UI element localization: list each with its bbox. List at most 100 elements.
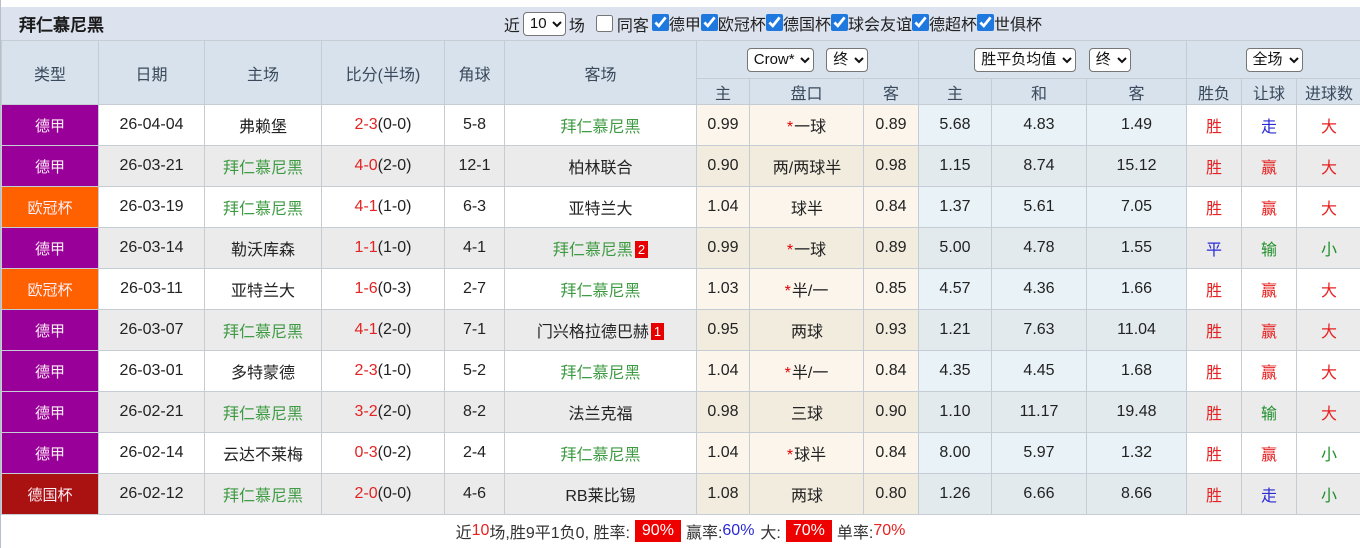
subheader-handicap-away: 客 xyxy=(863,78,919,105)
league-checkbox-label: 欧冠杯 xyxy=(717,16,766,34)
star-icon: * xyxy=(784,283,791,300)
handicap-home-odds: 0.90 xyxy=(696,145,750,187)
league-badge: 德甲 xyxy=(1,104,99,146)
handicap-away-odds: 0.98 xyxy=(863,145,919,187)
league-badge: 德甲 xyxy=(1,391,99,433)
handicap-line: 两球 xyxy=(749,473,864,515)
league-checkbox[interactable] xyxy=(976,14,994,32)
away-team: 拜仁慕尼黑 2 xyxy=(504,227,697,269)
home-team: 拜仁慕尼黑 xyxy=(204,473,322,515)
handicap-away-odds: 0.84 xyxy=(863,350,919,392)
odds-away: 1.68 xyxy=(1085,350,1188,392)
single-value: 70% xyxy=(873,521,906,539)
header-group-row: 类型 日期 主场 比分(半场) 角球 客场 Crow* 终 胜平负均值 终 全场 xyxy=(1,40,1360,105)
result-handicap: 走 xyxy=(1241,473,1298,515)
away-team: 柏林联合 xyxy=(504,145,697,187)
league-checkbox[interactable] xyxy=(700,14,718,32)
score-cell: 1-1(1-0) xyxy=(321,227,445,269)
odds-draw: 6.66 xyxy=(991,473,1087,515)
odds-home: 4.35 xyxy=(918,350,992,392)
odds-draw: 4.83 xyxy=(991,104,1087,146)
result-goals: 大 xyxy=(1296,186,1360,228)
result-goals: 大 xyxy=(1296,104,1360,146)
result-winlose: 胜 xyxy=(1186,268,1243,310)
odds-home: 5.00 xyxy=(918,227,992,269)
odds-away: 15.12 xyxy=(1085,145,1188,187)
star-icon: * xyxy=(786,119,794,136)
corners-cell: 8-2 xyxy=(444,391,505,433)
odds-average-select[interactable]: 胜平负均值 xyxy=(974,47,1077,72)
league-checkbox[interactable] xyxy=(830,14,848,32)
league-filters: 德甲 欧冠杯 德国杯 球会友谊 德超杯 世俱杯 xyxy=(651,11,1042,37)
same-venue-label: 同客 xyxy=(616,17,649,35)
bookmaker-time-select[interactable]: 终 xyxy=(826,47,869,72)
result-handicap: 走 xyxy=(1241,104,1298,146)
odds-draw: 8.74 xyxy=(991,145,1087,187)
home-team: 弗赖堡 xyxy=(204,104,322,146)
league-checkbox-label: 德超杯 xyxy=(928,16,977,34)
match-date: 26-03-21 xyxy=(98,145,205,187)
handicap-home-odds: 0.95 xyxy=(696,309,750,351)
league-checkbox[interactable] xyxy=(911,14,929,32)
league-checkbox[interactable] xyxy=(765,14,783,32)
footer-prefix: 近 xyxy=(455,524,472,542)
league-badge: 德国杯 xyxy=(1,473,99,515)
handicap-line: 两球 xyxy=(749,309,864,351)
odds-home: 1.15 xyxy=(918,145,992,187)
col-header-away: 客场 xyxy=(504,40,697,105)
league-checkbox[interactable] xyxy=(651,14,669,32)
odds-time-select[interactable]: 终 xyxy=(1088,47,1131,72)
star-icon: * xyxy=(786,447,794,464)
match-date: 26-04-04 xyxy=(98,104,205,146)
score-cell: 0-3(0-2) xyxy=(321,432,445,474)
scope-select[interactable]: 全场 xyxy=(1245,47,1303,72)
handicap-home-odds: 1.04 xyxy=(696,186,750,228)
result-goals: 大 xyxy=(1296,309,1360,351)
handicap-home-odds: 1.04 xyxy=(696,432,750,474)
away-team: 法兰克福 xyxy=(504,391,697,433)
home-team: 多特蒙德 xyxy=(204,350,322,392)
league-checkbox-label: 世俱杯 xyxy=(993,16,1042,34)
big-label: 大: xyxy=(760,524,781,542)
table-row: 欧冠杯 26-03-11 亚特兰大 1-6(0-3) 2-7 拜仁慕尼黑 1.0… xyxy=(1,268,1360,310)
away-team: 门兴格拉德巴赫 1 xyxy=(504,309,697,351)
handicap-away-odds: 0.85 xyxy=(863,268,919,310)
corners-cell: 7-1 xyxy=(444,309,505,351)
home-team: 拜仁慕尼黑 xyxy=(204,391,322,433)
odds-away: 7.05 xyxy=(1085,186,1188,228)
table-row: 德甲 26-03-21 拜仁慕尼黑 4-0(2-0) 12-1 柏林联合 0.9… xyxy=(1,145,1360,187)
odds-away: 1.55 xyxy=(1085,227,1188,269)
odds-home: 1.21 xyxy=(918,309,992,351)
result-handicap: 赢 xyxy=(1241,432,1298,474)
table-row: 德甲 26-03-07 拜仁慕尼黑 4-1(2-0) 7-1 门兴格拉德巴赫 1 … xyxy=(1,309,1360,351)
league-badge: 德甲 xyxy=(1,350,99,392)
same-venue-checkbox[interactable] xyxy=(595,15,613,32)
match-rows: 德甲 26-04-04 弗赖堡 2-3(0-0) 5-8 拜仁慕尼黑 0.99 … xyxy=(1,104,1360,515)
league-filter-item: 欧冠杯 xyxy=(700,11,766,35)
result-winlose: 胜 xyxy=(1186,186,1243,228)
result-goals: 大 xyxy=(1296,268,1360,310)
handicap-line: *一球 xyxy=(749,104,864,146)
match-table: 类型 日期 主场 比分(半场) 角球 客场 Crow* 终 胜平负均值 终 全场 xyxy=(1,40,1360,515)
card-badge: 2 xyxy=(634,241,649,258)
handicap-away-odds: 0.93 xyxy=(863,309,919,351)
odds-home: 5.68 xyxy=(918,104,992,146)
handicap-line: *球半 xyxy=(749,432,864,474)
result-handicap: 赢 xyxy=(1241,309,1298,351)
score-cell: 4-1(1-0) xyxy=(321,186,445,228)
handicap-away-odds: 0.84 xyxy=(863,432,919,474)
title-bar: 拜仁慕尼黑 近 10 场 同客 德甲 欧冠杯 德国杯 球会友谊 德超杯 世俱杯 xyxy=(1,7,1360,40)
odds-draw: 5.61 xyxy=(991,186,1087,228)
score-cell: 4-0(2-0) xyxy=(321,145,445,187)
home-team: 亚特兰大 xyxy=(204,268,322,310)
bookmaker-select[interactable]: Crow* xyxy=(746,47,814,72)
handicap-home-odds: 0.99 xyxy=(696,227,750,269)
score-cell: 4-1(2-0) xyxy=(321,309,445,351)
handicap-away-odds: 0.90 xyxy=(863,391,919,433)
matches-label: 场 xyxy=(568,17,585,35)
recent-count-select[interactable]: 10 xyxy=(522,11,566,36)
handicap-home-odds: 1.08 xyxy=(696,473,750,515)
summary-footer: 近 10 场,胜9平1负0, 胜率: 90% 赢率: 60% 大: 70% 单率: 70… xyxy=(1,515,1360,546)
team-title: 拜仁慕尼黑 xyxy=(19,16,104,35)
match-date: 26-02-12 xyxy=(98,473,205,515)
